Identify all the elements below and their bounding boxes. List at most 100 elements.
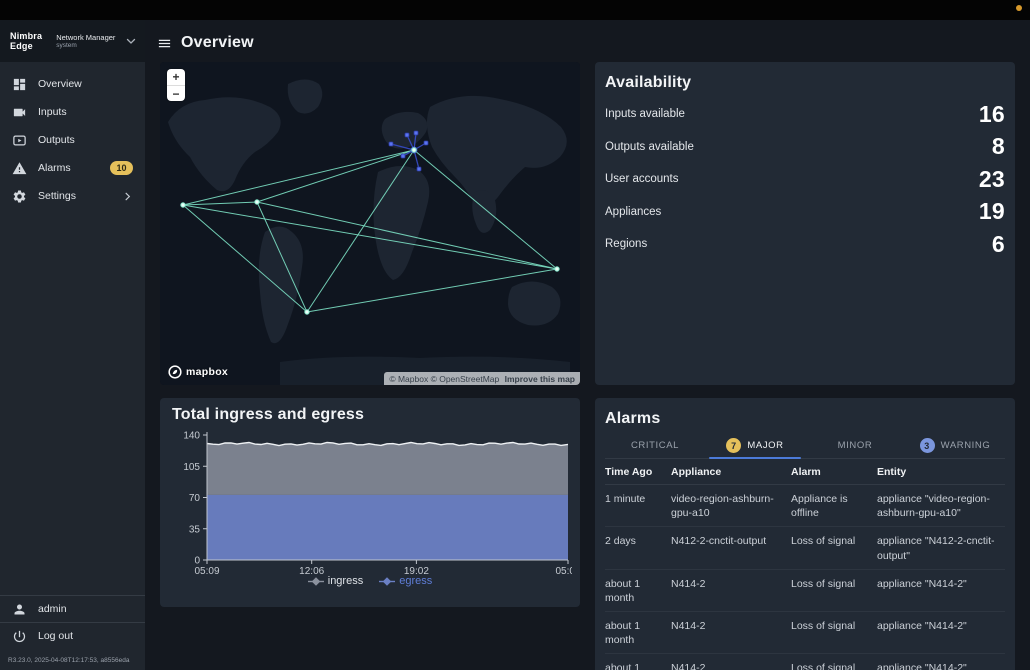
- cell-time-ago: 1 minute: [605, 492, 665, 520]
- menu-icon[interactable]: [157, 36, 172, 51]
- alarm-table-row[interactable]: about 1 monthN414-2Loss of signalapplian…: [605, 654, 1005, 670]
- map-attribution: © Mapbox © OpenStreetMap Improve this ma…: [384, 372, 580, 385]
- attribution-mapbox-link[interactable]: © Mapbox: [389, 374, 428, 384]
- cell-time-ago: about 1 month: [605, 661, 665, 670]
- brand-line2: Edge: [10, 41, 42, 51]
- svg-text:19:02: 19:02: [404, 566, 429, 574]
- tab-major[interactable]: 7MAJOR: [705, 433, 805, 458]
- alarm-table-row[interactable]: about 1 monthN414-2Loss of signalapplian…: [605, 570, 1005, 612]
- tab-minor[interactable]: MINOR: [805, 433, 905, 458]
- svg-text:70: 70: [189, 493, 201, 504]
- logout-button[interactable]: Log out: [0, 622, 145, 649]
- alarm-count-badge: 10: [110, 161, 133, 175]
- cell-time-ago: 2 days: [605, 534, 665, 562]
- attribution-osm-link[interactable]: © OpenStreetMap: [431, 374, 500, 384]
- sidebar-item-overview[interactable]: Overview: [0, 70, 145, 98]
- cell-entity: appliance "N412-2-cnctit-output": [877, 534, 1005, 562]
- availability-panel: Availability Inputs available16Outputs a…: [595, 62, 1015, 385]
- cell-alarm: Appliance is offline: [791, 492, 871, 520]
- sidebar-item-outputs[interactable]: Outputs: [0, 126, 145, 154]
- sidebar-item-inputs[interactable]: Inputs: [0, 98, 145, 126]
- availability-list: Inputs available 16 Outputs available8 User…: [605, 98, 1005, 261]
- brand-line1: Nimbra: [10, 31, 42, 41]
- tab-label: CRITICAL: [631, 440, 679, 451]
- sidebar-item-admin[interactable]: admin: [0, 595, 145, 622]
- tab-label: MINOR: [838, 440, 873, 451]
- legend-item-ingress[interactable]: ingress: [308, 575, 363, 587]
- legend-label: egress: [399, 575, 432, 587]
- availability-row: Appliances19: [605, 196, 1005, 229]
- sidebar-item-settings[interactable]: Settings: [0, 182, 145, 210]
- sidebar-item-label: Alarms: [38, 162, 71, 174]
- brand-logo: Nimbra Edge: [10, 31, 42, 52]
- availability-value: 6: [992, 231, 1005, 258]
- legend-item-egress[interactable]: egress: [379, 575, 432, 587]
- version-text: R3.23.0, 2025-04-08T12:17:53, a8556eda: [0, 649, 145, 670]
- sidebar-item-label: Settings: [38, 190, 76, 202]
- mapbox-icon: [168, 365, 182, 379]
- tab-critical[interactable]: CRITICAL: [605, 433, 705, 458]
- legend-marker: [379, 577, 395, 586]
- availability-label: Appliances: [605, 206, 661, 218]
- cell-entity: appliance "video-region-ashburn-gpu-a10": [877, 492, 1005, 520]
- cell-time-ago: about 1 month: [605, 577, 665, 605]
- context-selector[interactable]: Network Manager system: [56, 33, 115, 50]
- alarms-panel: Alarms CRITICAL7MAJORMINOR3WARNING Time …: [595, 398, 1015, 670]
- alarm-severity-tabs: CRITICAL 7MAJOR MINOR 3 WARNING: [605, 433, 1005, 459]
- availability-label: User accounts: [605, 173, 679, 185]
- recording-indicator: [1016, 5, 1022, 11]
- person-icon: [12, 602, 27, 617]
- sidebar-item-alarms[interactable]: Alarms 10: [0, 154, 145, 182]
- tab-count-badge: 3: [920, 438, 935, 453]
- window-top-bar: [0, 0, 1030, 20]
- cell-alarm: Loss of signal: [791, 534, 871, 562]
- alarm-table-row[interactable]: 2 daysN412-2-cnctit-outputLoss of signal…: [605, 527, 1005, 569]
- sidebar: Nimbra Edge Network Manager system Overv…: [0, 20, 145, 670]
- cell-alarm: Loss of signal: [791, 661, 871, 670]
- zoom-in-button[interactable]: +: [167, 69, 185, 85]
- alarm-table-body: 1 minutevideo-region-ashburn-gpu-a10Appl…: [605, 485, 1005, 670]
- map-zoom-control: + −: [167, 69, 185, 101]
- main-header: Overview: [157, 34, 254, 52]
- availability-label: Outputs available: [605, 141, 694, 153]
- cell-alarm: Loss of signal: [791, 577, 871, 605]
- page-title: Overview: [181, 34, 254, 52]
- videocam-icon: [12, 105, 27, 120]
- cell-time-ago: about 1 month: [605, 619, 665, 647]
- power-icon: [12, 629, 27, 644]
- sidebar-spacer: [0, 210, 145, 595]
- tab-label: WARNING: [941, 440, 991, 451]
- tab-warning[interactable]: 3 WARNING: [905, 433, 1005, 458]
- sidebar-item-label: Inputs: [38, 106, 67, 118]
- sidebar-logo-area: Nimbra Edge Network Manager system: [0, 20, 145, 62]
- alarm-table-row[interactable]: 1 minutevideo-region-ashburn-gpu-a10Appl…: [605, 485, 1005, 527]
- warning-icon: [12, 161, 27, 176]
- svg-text:0: 0: [194, 556, 200, 567]
- cell-entity: appliance "N414-2": [877, 661, 1005, 670]
- improve-map-link[interactable]: Improve this map: [505, 374, 575, 384]
- svg-text:35: 35: [189, 524, 201, 535]
- ingress-egress-chart: 0357010514005:0912:0619:0205:09: [172, 426, 572, 574]
- column-header: Alarm: [791, 466, 871, 478]
- availability-row: Regions6: [605, 228, 1005, 261]
- mapbox-logo[interactable]: mapbox: [168, 365, 228, 379]
- chevron-down-icon[interactable]: [125, 35, 137, 47]
- network-map-panel[interactable]: + − mapbox © Mapbox © OpenStreetMap Impr…: [160, 62, 580, 385]
- chevron-right-icon: [122, 191, 133, 202]
- svg-text:05:09: 05:09: [555, 566, 572, 574]
- cell-appliance: video-region-ashburn-gpu-a10: [671, 492, 785, 520]
- availability-label: Inputs available: [605, 108, 685, 120]
- username-label: admin: [38, 603, 67, 615]
- alarm-table-row[interactable]: about 1 monthN414-2Loss of signalapplian…: [605, 612, 1005, 654]
- zoom-out-button[interactable]: −: [167, 85, 185, 101]
- dashboard-icon: [12, 77, 27, 92]
- legend-label: ingress: [328, 575, 363, 587]
- context-title: Network Manager: [56, 33, 115, 42]
- availability-value: 16: [979, 101, 1005, 128]
- svg-text:140: 140: [183, 431, 200, 442]
- column-header: Entity: [877, 466, 1005, 478]
- availability-row: Outputs available8: [605, 131, 1005, 164]
- cell-entity: appliance "N414-2": [877, 577, 1005, 605]
- svg-text:105: 105: [183, 462, 200, 473]
- tab-count-badge: 7: [726, 438, 741, 453]
